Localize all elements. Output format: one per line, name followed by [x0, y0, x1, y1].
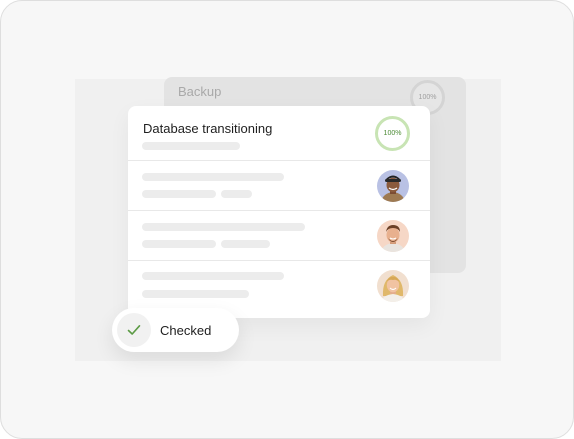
list-item[interactable] — [128, 161, 430, 211]
progress-ring: 100% — [375, 116, 410, 151]
app-frame: Backup 100% Database transitioning 100% — [0, 0, 574, 439]
person-avatar-2-icon — [377, 220, 409, 252]
database-card[interactable]: Database transitioning 100% — [128, 106, 430, 318]
skeleton-line — [142, 223, 305, 231]
skeleton-line — [142, 190, 216, 198]
skeleton-line — [142, 142, 240, 150]
skeleton-line — [142, 290, 249, 298]
checkmark-icon — [117, 313, 151, 347]
toast-label: Checked — [160, 323, 212, 338]
person-avatar-1-icon — [377, 170, 409, 202]
card-title: Database transitioning — [143, 121, 273, 136]
skeleton-line — [142, 272, 284, 280]
list-item[interactable] — [128, 211, 430, 261]
progress-label: 100% — [383, 130, 402, 137]
backup-card-title: Backup — [178, 84, 222, 99]
backup-progress-label: 100% — [418, 94, 437, 101]
checked-toast[interactable]: Checked — [112, 308, 239, 352]
skeleton-line — [142, 173, 284, 181]
skeleton-line — [221, 240, 270, 248]
skeleton-line — [221, 190, 252, 198]
skeleton-line — [142, 240, 216, 248]
card-header: Database transitioning 100% — [128, 106, 430, 161]
person-avatar-3-icon — [377, 270, 409, 302]
